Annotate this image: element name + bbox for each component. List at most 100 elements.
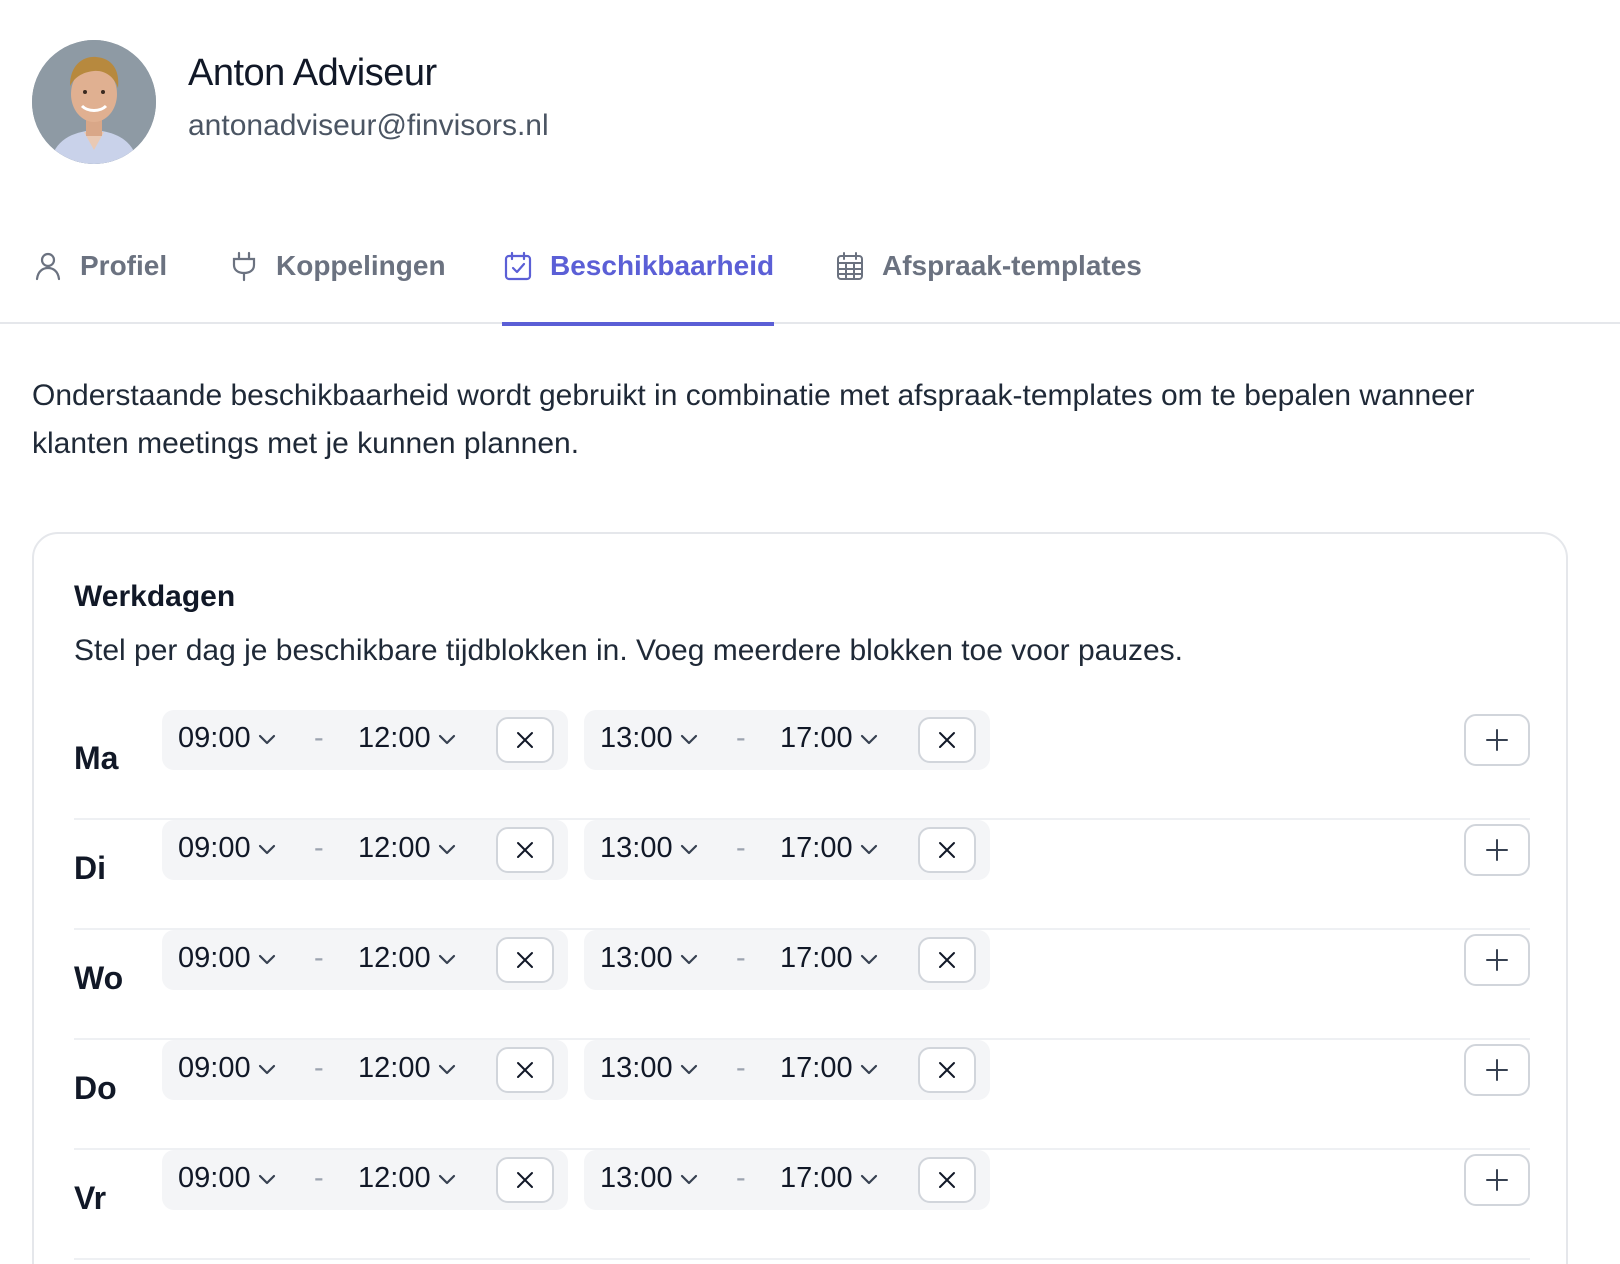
end-time-select[interactable]: 12:00 (358, 942, 459, 975)
start-time-value: 09:00 (178, 832, 251, 864)
workdays-card: Werkdagen Stel per dag je beschikbare ti… (32, 532, 1568, 1264)
time-separator: - (314, 1052, 324, 1084)
tab-afspraak-templates[interactable]: Afspraak-templates (834, 232, 1142, 324)
start-time-select[interactable]: 09:00 (178, 722, 279, 755)
end-time-select[interactable]: 17:00 (780, 1162, 881, 1195)
start-time-value: 13:00 (600, 832, 673, 864)
remove-block-button[interactable] (496, 827, 554, 873)
chevron-down-icon (255, 837, 279, 861)
chevron-down-icon (677, 947, 701, 971)
day-row-ma: Ma 09:00 - 12:00 13:00 - 17:00 (74, 710, 1530, 820)
plus-icon (1484, 1167, 1510, 1193)
intro-text: Onderstaande beschikbaarheid wordt gebru… (32, 379, 1475, 460)
add-block-button[interactable] (1464, 1154, 1530, 1206)
start-time-value: 09:00 (178, 1162, 251, 1194)
day-rows: Ma 09:00 - 12:00 13:00 - 17:00 Di 09:00 - 12:00 13:… (74, 710, 1530, 1260)
close-icon (513, 1168, 537, 1192)
chevron-down-icon (435, 1057, 459, 1081)
start-time-value: 13:00 (600, 942, 673, 974)
remove-block-button[interactable] (496, 1047, 554, 1093)
chevron-down-icon (435, 727, 459, 751)
end-time-value: 17:00 (780, 832, 853, 864)
end-time-select[interactable]: 12:00 (358, 832, 459, 865)
close-icon (513, 728, 537, 752)
end-time-select[interactable]: 17:00 (780, 832, 881, 865)
start-time-select[interactable]: 13:00 (600, 1052, 701, 1085)
start-time-value: 13:00 (600, 1162, 673, 1194)
time-separator: - (736, 1052, 746, 1084)
time-block: 13:00 - 17:00 (584, 1040, 990, 1100)
card-subtitle: Stel per dag je beschikbare tijdblokken … (74, 634, 1184, 667)
chevron-down-icon (857, 727, 881, 751)
time-block: 13:00 - 17:00 (584, 1150, 990, 1210)
tab-koppelingen[interactable]: Koppelingen (228, 232, 446, 324)
start-time-select[interactable]: 09:00 (178, 942, 279, 975)
start-time-select[interactable]: 13:00 (600, 1162, 701, 1195)
start-time-select[interactable]: 09:00 (178, 1162, 279, 1195)
end-time-select[interactable]: 12:00 (358, 1052, 459, 1085)
plus-icon (1484, 947, 1510, 973)
tab-label: Profiel (80, 250, 168, 281)
time-block: 13:00 - 17:00 (584, 820, 990, 880)
chevron-down-icon (255, 1167, 279, 1191)
remove-block-button[interactable] (918, 827, 976, 873)
start-time-select[interactable]: 09:00 (178, 1052, 279, 1085)
remove-block-button[interactable] (496, 717, 554, 763)
start-time-value: 09:00 (178, 722, 251, 754)
end-time-select[interactable]: 12:00 (358, 722, 459, 755)
day-label: Di (74, 850, 106, 886)
profile-text: Anton Adviseur antonadviseur@finvisors.n… (188, 52, 549, 143)
start-time-select[interactable]: 13:00 (600, 832, 701, 865)
chevron-down-icon (255, 947, 279, 971)
chevron-down-icon (857, 947, 881, 971)
start-time-select[interactable]: 13:00 (600, 942, 701, 975)
chevron-down-icon (857, 1167, 881, 1191)
settings-tabs: Profiel Koppelingen Beschikbaarheid Afsp… (0, 232, 1620, 326)
plus-icon (1484, 837, 1510, 863)
remove-block-button[interactable] (918, 937, 976, 983)
time-block: 09:00 - 12:00 (162, 820, 568, 880)
end-time-select[interactable]: 17:00 (780, 1052, 881, 1085)
remove-block-button[interactable] (496, 1157, 554, 1203)
start-time-value: 09:00 (178, 1052, 251, 1084)
chevron-down-icon (677, 727, 701, 751)
end-time-value: 17:00 (780, 1162, 853, 1194)
add-block-button[interactable] (1464, 1044, 1530, 1096)
plug-icon (228, 250, 260, 282)
end-time-value: 12:00 (358, 1162, 431, 1194)
start-time-select[interactable]: 09:00 (178, 832, 279, 865)
time-block: 09:00 - 12:00 (162, 1040, 568, 1100)
chevron-down-icon (435, 1167, 459, 1191)
day-label: Ma (74, 740, 119, 776)
add-block-button[interactable] (1464, 714, 1530, 766)
remove-block-button[interactable] (918, 1047, 976, 1093)
close-icon (513, 1058, 537, 1082)
chevron-down-icon (677, 1167, 701, 1191)
plus-icon (1484, 727, 1510, 753)
time-block: 13:00 - 17:00 (584, 930, 990, 990)
end-time-select[interactable]: 17:00 (780, 942, 881, 975)
remove-block-button[interactable] (496, 937, 554, 983)
start-time-select[interactable]: 13:00 (600, 722, 701, 755)
end-time-select[interactable]: 12:00 (358, 1162, 459, 1195)
day-row-di: Di 09:00 - 12:00 13:00 - 17:00 (74, 820, 1530, 930)
day-label: Wo (74, 960, 124, 996)
chevron-down-icon (255, 727, 279, 751)
add-block-button[interactable] (1464, 934, 1530, 986)
tab-profiel[interactable]: Profiel (32, 232, 167, 324)
end-time-select[interactable]: 17:00 (780, 722, 881, 755)
time-separator: - (314, 722, 324, 754)
time-separator: - (736, 722, 746, 754)
end-time-value: 12:00 (358, 1052, 431, 1084)
close-icon (935, 1168, 959, 1192)
start-time-value: 13:00 (600, 1052, 673, 1084)
end-time-value: 12:00 (358, 832, 431, 864)
remove-block-button[interactable] (918, 1157, 976, 1203)
add-block-button[interactable] (1464, 824, 1530, 876)
close-icon (935, 728, 959, 752)
close-icon (513, 948, 537, 972)
tab-beschikbaarheid[interactable]: Beschikbaarheid (502, 232, 775, 326)
profile-email: antonadviseur@finvisors.nl (188, 108, 549, 142)
remove-block-button[interactable] (918, 717, 976, 763)
time-separator: - (736, 1162, 746, 1194)
